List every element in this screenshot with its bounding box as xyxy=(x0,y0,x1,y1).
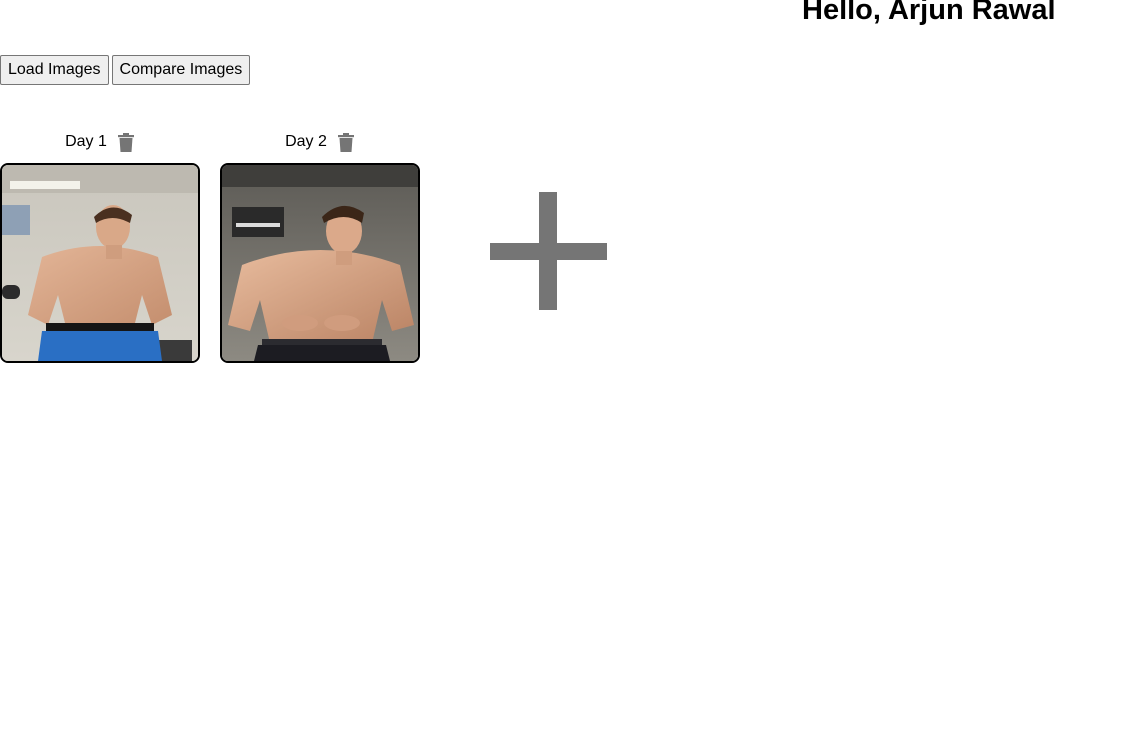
photo-card-day-1: Day 1 xyxy=(0,128,200,363)
photo-card-day-2: Day 2 xyxy=(220,128,420,363)
load-images-button[interactable]: Load Images xyxy=(0,55,109,85)
greeting-heading: Hello, Arjun Rawal xyxy=(802,0,1056,26)
toolbar: Load Images Compare Images xyxy=(0,55,251,85)
photo-day-label: Day 1 xyxy=(65,133,107,150)
photo-card-header: Day 1 xyxy=(0,128,200,156)
compare-images-button[interactable]: Compare Images xyxy=(111,55,251,85)
plus-icon xyxy=(490,192,607,310)
progress-photo-day-1[interactable] xyxy=(0,163,200,363)
trash-icon[interactable] xyxy=(337,132,355,152)
photo-day-label: Day 2 xyxy=(285,133,327,150)
progress-photo-day-2[interactable] xyxy=(220,163,420,363)
add-image-button[interactable] xyxy=(488,192,608,312)
trash-icon[interactable] xyxy=(117,132,135,152)
photo-card-header: Day 2 xyxy=(220,128,420,156)
